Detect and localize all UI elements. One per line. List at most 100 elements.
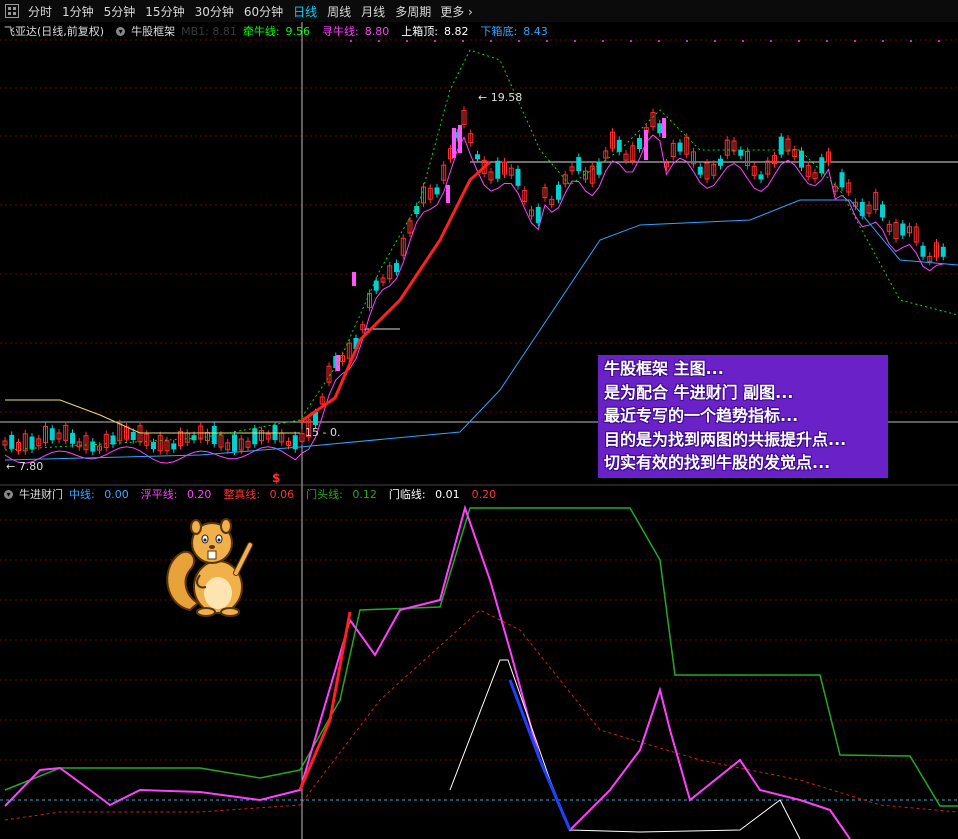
candle-body (508, 167, 514, 176)
highlight-candle (446, 185, 450, 203)
signal-dot (546, 40, 548, 42)
candle-body (907, 226, 912, 234)
gate-near-line (449, 659, 801, 839)
candle-body (49, 428, 55, 441)
candle-body (441, 164, 447, 181)
candle-body (853, 201, 858, 207)
candle-body (785, 138, 791, 152)
annotation-line-2: 是为配合 牛进财门 副图... (604, 382, 794, 402)
candle-body (481, 159, 487, 174)
grid-icon[interactable] (5, 4, 19, 18)
highlight-candle (352, 272, 356, 286)
candle-body (637, 138, 642, 150)
period-toolbar: 分时 1分钟 5分钟 15分钟 30分钟 60分钟 日线 周线 月线 多周期 更… (0, 0, 958, 22)
candle-body (83, 435, 89, 451)
sub-indicator-name[interactable]: 牛进财门 (19, 486, 63, 502)
signal-dot (462, 40, 464, 42)
candle-body (866, 204, 872, 214)
signal-dot (798, 40, 800, 42)
candle-body (36, 438, 42, 447)
faded-line-label: MB1: 8.81 (181, 24, 237, 38)
tab-timeshare[interactable]: 分时 (23, 3, 57, 20)
indicator-name[interactable]: 牛股框架 (131, 23, 175, 39)
tab-daily[interactable]: 日线 (288, 3, 322, 20)
legend-line-1: 牵牛线: 9.56 (243, 23, 316, 39)
candle-body (22, 433, 28, 452)
candle-body (306, 419, 312, 438)
signal-dot (910, 40, 912, 42)
legend-line-2: 寻牛线: 8.80 (322, 23, 395, 39)
candle-body (684, 136, 690, 155)
annotation-line-3: 最近专写的一个趋势指标... (604, 406, 799, 425)
candle-body (434, 187, 440, 195)
candle-body (893, 222, 899, 240)
dollar-marker: $ (272, 471, 280, 485)
more-button[interactable]: 更多 › (436, 3, 477, 20)
candle-body (265, 433, 271, 440)
signal-dot (378, 40, 380, 42)
candle-body (346, 342, 352, 359)
candle-body (657, 123, 663, 134)
candle-body (157, 435, 163, 452)
candle-body (252, 428, 258, 445)
tab-multi-period[interactable]: 多周期 (390, 3, 436, 20)
indicator-settings-icon[interactable]: ▾ (116, 26, 126, 36)
candle-body (292, 435, 298, 450)
sub-legend-4: 门头线: 0.12 (306, 486, 383, 502)
candle-body (117, 423, 123, 442)
candle-body (448, 148, 453, 160)
candle-body (259, 430, 264, 442)
tab-60min[interactable]: 60分钟 (239, 3, 288, 20)
sub-legend-1: 中线: 0.00 (69, 486, 135, 502)
candle-body (137, 425, 143, 443)
candle-body (920, 245, 926, 257)
tab-15min[interactable]: 15分钟 (140, 3, 189, 20)
sub-legend-1-label: 中线: (69, 488, 95, 501)
signal-dot (658, 40, 660, 42)
sub-legend-6: 0.20 (472, 488, 503, 501)
signal-dot (406, 40, 408, 42)
candle-body (299, 432, 305, 442)
candle-body (245, 440, 251, 448)
highlight-candle (336, 355, 340, 371)
candle-body (832, 185, 838, 192)
candle-body (650, 112, 656, 128)
candle-body (502, 161, 507, 175)
candle-body (826, 151, 831, 163)
candle-body (569, 166, 575, 172)
candle-body (414, 206, 420, 215)
tab-monthly[interactable]: 月线 (356, 3, 390, 20)
sub-legend-2: 浮平线: 0.20 (141, 486, 218, 502)
legend-line-1-label: 牵牛线: (242, 25, 280, 38)
sub-indicator-settings-icon[interactable]: ▾ (4, 489, 13, 499)
candle-body (630, 145, 636, 162)
candle-body (697, 166, 703, 175)
signal-dot (630, 40, 632, 42)
candle-body (110, 435, 116, 445)
sub-legend-3-label: 整真线: (223, 488, 261, 501)
tab-30min[interactable]: 30分钟 (190, 3, 239, 20)
sub-red-segment (298, 611, 352, 791)
signal-dot (714, 40, 716, 42)
legend-line-4-label: 下箱底: (480, 25, 518, 38)
annotation-line-4: 目的是为找到两图的共振提升点... (604, 429, 847, 449)
tab-1min[interactable]: 1分钟 (57, 3, 99, 20)
candle-body (427, 187, 433, 200)
signal-dot (518, 40, 520, 42)
signal-dot (770, 40, 772, 42)
candle-body (846, 182, 852, 193)
candle-body (232, 434, 237, 452)
candle-body (198, 425, 204, 440)
legend-line-1-value: 9.56 (285, 25, 311, 38)
tab-weekly[interactable]: 周线 (322, 3, 356, 20)
tab-5min[interactable]: 5分钟 (99, 3, 141, 20)
candle-body (103, 433, 109, 448)
candle-body (522, 189, 528, 202)
signal-dot (686, 40, 688, 42)
chevron-right-icon: › (468, 4, 473, 19)
candle-body (934, 242, 939, 258)
signal-dot (938, 40, 940, 42)
annotation-line-1: 牛股框架 主图... (604, 359, 724, 378)
signal-dot (490, 40, 492, 42)
sub-legend-2-label: 浮平线: (140, 488, 178, 501)
